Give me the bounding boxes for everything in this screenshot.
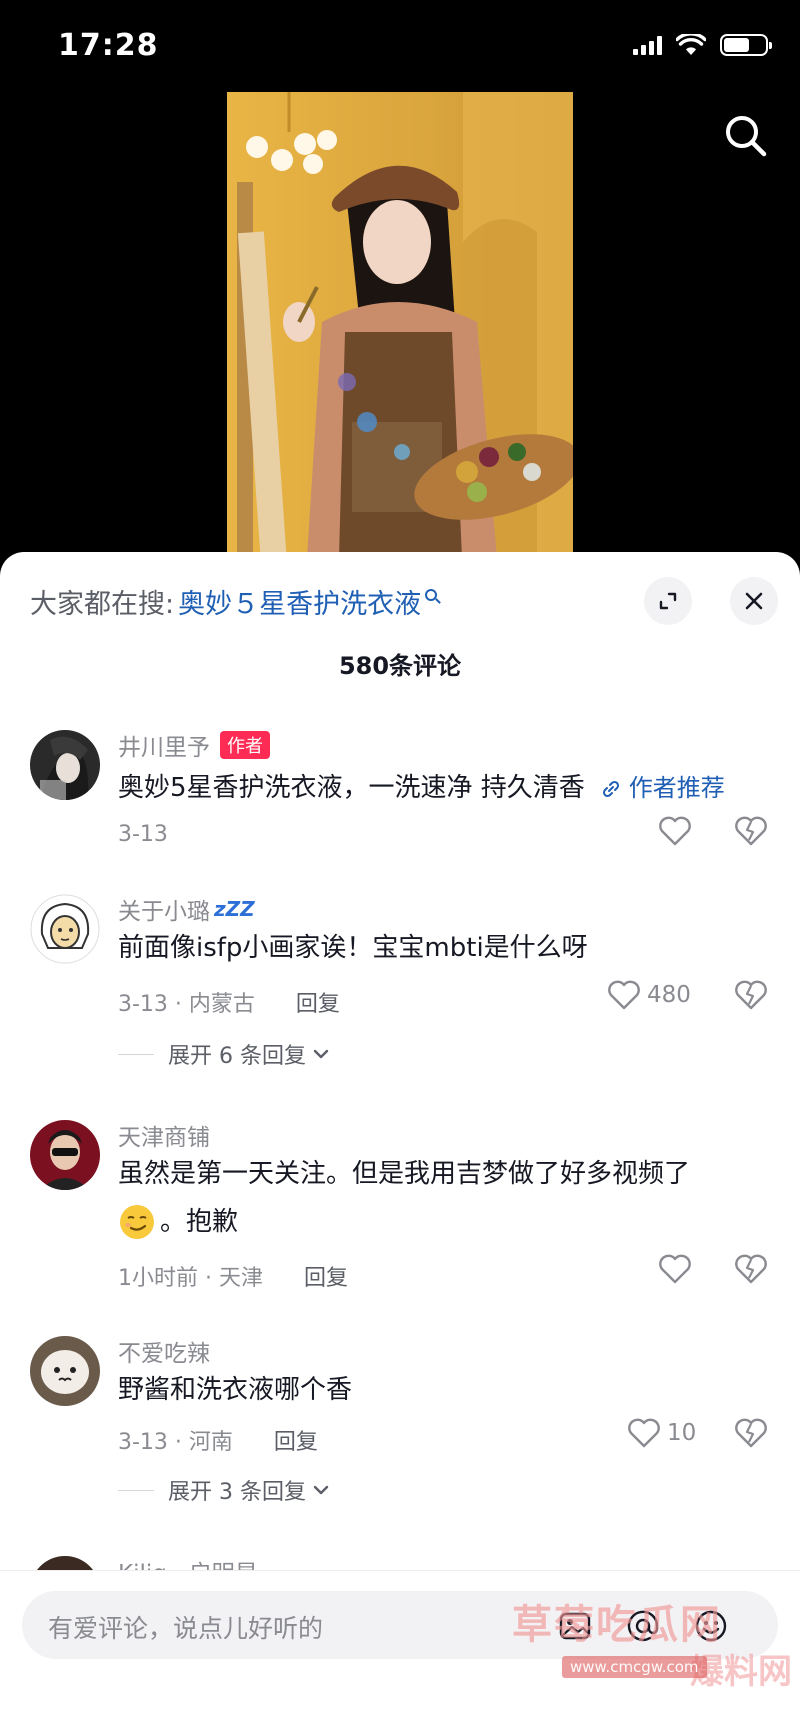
heart-icon xyxy=(659,816,691,846)
comment-count: 580条评论 xyxy=(338,652,462,680)
video-player[interactable] xyxy=(227,92,573,558)
comment-date-location: 3-13 · 内蒙古 xyxy=(118,992,255,1017)
comment-input-bar: 有爱评论，说点儿好听的 xyxy=(0,1570,800,1731)
comment-username[interactable]: 天津商铺 xyxy=(118,1118,210,1152)
comment-username[interactable]: 井川里予 作者 xyxy=(118,728,270,762)
comment-item: 不爱吃辣 野酱和洗衣液哪个香 3-13 · 河南 回复 10 展开 3 条回复 xyxy=(0,1328,800,1528)
screen: 17:28 大家都在搜: 奥妙５星香护洗衣液 580条评论 井川里予 作者 奥妙… xyxy=(0,0,800,1731)
heart-icon xyxy=(659,1254,691,1284)
dislike-button[interactable] xyxy=(734,980,768,1014)
avatar-image xyxy=(30,730,100,800)
comment-text-line2: 。抱歉 xyxy=(118,1198,758,1246)
search-icon[interactable] xyxy=(722,112,770,160)
username-text: 井川里予 xyxy=(118,735,210,761)
comment-text-body: 奥妙5星香护洗衣液，一洗速净 持久清香 xyxy=(118,773,585,803)
emoji-icon[interactable] xyxy=(694,1609,728,1643)
like-button[interactable] xyxy=(658,1254,692,1284)
comment-username[interactable]: 关于小璐 zZZ xyxy=(118,892,255,926)
avatar[interactable] xyxy=(30,730,100,800)
smirk-emoji-icon xyxy=(120,1205,154,1239)
like-button[interactable] xyxy=(658,816,692,846)
broken-heart-icon xyxy=(735,816,767,846)
close-icon xyxy=(745,592,763,610)
comment-meta: 1小时前 · 天津 回复 xyxy=(118,1260,348,1292)
comment-text: 虽然是第一天关注。但是我用吉梦做了好多视频了 。抱歉 xyxy=(118,1150,758,1246)
close-button[interactable] xyxy=(730,577,778,625)
reply-button[interactable]: 回复 xyxy=(296,992,340,1017)
comment-date: 3-13 xyxy=(118,822,168,847)
comment-meta: 3-13 · 河南 回复 xyxy=(118,1424,318,1456)
comment-date-location: 1小时前 · 天津 xyxy=(118,1266,263,1291)
status-bar: 17:28 xyxy=(0,0,800,92)
author-recommend-label: 作者推荐 xyxy=(628,774,725,802)
comment-meta: 3-13 xyxy=(118,822,168,847)
like-button[interactable]: 480 xyxy=(607,980,691,1010)
input-placeholder: 有爱评论，说点儿好听的 xyxy=(48,1614,324,1643)
broken-heart-icon xyxy=(735,980,767,1010)
trending-keyword[interactable]: 奥妙５星香护洗衣液 xyxy=(178,582,421,621)
comment-meta: 3-13 · 内蒙古 回复 xyxy=(118,986,340,1018)
author-recommend-link[interactable]: 作者推荐 xyxy=(593,774,725,802)
avatar-image xyxy=(30,894,100,964)
chevron-down-icon xyxy=(313,1485,329,1495)
wifi-icon xyxy=(676,34,706,55)
expand-replies-button[interactable]: 展开 6 条回复 xyxy=(118,1038,330,1070)
like-count: 10 xyxy=(667,1420,697,1446)
expand-button[interactable] xyxy=(644,577,692,625)
reply-button[interactable]: 回复 xyxy=(274,1430,318,1455)
expand-icon xyxy=(659,592,677,610)
like-count: 480 xyxy=(647,982,691,1008)
username-text: 关于小璐 xyxy=(118,899,210,925)
comment-text: 前面像isfp小画家诶！宝宝mbti是什么呀 xyxy=(118,933,588,963)
broken-heart-icon xyxy=(735,1418,767,1448)
trending-search[interactable]: 大家都在搜: 奥妙５星香护洗衣液 xyxy=(30,582,438,621)
like-button[interactable]: 10 xyxy=(627,1418,696,1448)
avatar[interactable] xyxy=(30,894,100,964)
trending-prefix: 大家都在搜: xyxy=(30,589,175,620)
status-icons xyxy=(633,34,772,56)
author-badge: 作者 xyxy=(220,731,270,759)
battery-icon xyxy=(720,34,772,56)
dislike-button[interactable] xyxy=(734,816,768,850)
comment-text: 野酱和洗衣液哪个香 xyxy=(118,1375,353,1405)
comment-input[interactable]: 有爱评论，说点儿好听的 xyxy=(22,1591,778,1659)
at-mention-icon[interactable] xyxy=(626,1609,660,1643)
comment-item: 井川里予 作者 奥妙5星香护洗衣液，一洗速净 持久清香 作者推荐 3-13 xyxy=(0,722,800,872)
avatar-image xyxy=(30,1336,100,1406)
chevron-down-icon xyxy=(313,1049,329,1059)
comment-username[interactable]: 不爱吃辣 xyxy=(118,1334,210,1368)
status-time: 17:28 xyxy=(58,28,159,63)
expand-replies-label: 展开 3 条回复 xyxy=(168,1480,306,1505)
broken-heart-icon xyxy=(735,1254,767,1284)
comment-text-tail: 。抱歉 xyxy=(160,1207,239,1237)
avatar-image xyxy=(30,1120,100,1190)
link-icon xyxy=(603,780,620,798)
reply-button[interactable]: 回复 xyxy=(304,1266,348,1291)
expand-replies-button[interactable]: 展开 3 条回复 xyxy=(118,1474,330,1506)
expand-replies-label: 展开 6 条回复 xyxy=(168,1044,306,1069)
avatar[interactable] xyxy=(30,1120,100,1190)
comment-text: 奥妙5星香护洗衣液，一洗速净 持久清香 作者推荐 xyxy=(118,764,758,812)
comment-text-line1: 虽然是第一天关注。但是我用吉梦做了好多视频了 xyxy=(118,1159,691,1189)
comment-sheet: 大家都在搜: 奥妙５星香护洗衣液 580条评论 井川里予 作者 奥妙5星香护洗衣… xyxy=(0,552,800,1731)
mini-search-icon xyxy=(425,588,438,601)
heart-icon xyxy=(628,1418,660,1448)
sheet-header: 大家都在搜: 奥妙５星香护洗衣液 xyxy=(0,552,800,642)
video-thumbnail xyxy=(227,92,573,558)
image-icon[interactable] xyxy=(558,1609,592,1643)
heart-icon xyxy=(608,980,640,1010)
avatar[interactable] xyxy=(30,1336,100,1406)
sleep-emoji: zZZ xyxy=(214,897,255,921)
dislike-button[interactable] xyxy=(734,1418,768,1452)
cellular-signal-icon xyxy=(633,35,662,55)
comment-item: 天津商铺 虽然是第一天关注。但是我用吉梦做了好多视频了 。抱歉 1小时前 · 天… xyxy=(0,1112,800,1292)
divider-line xyxy=(118,1053,154,1055)
comment-date-location: 3-13 · 河南 xyxy=(118,1430,233,1455)
dislike-button[interactable] xyxy=(734,1254,768,1288)
comment-item: 关于小璐 zZZ 前面像isfp小画家诶！宝宝mbti是什么呀 3-13 · 内… xyxy=(0,886,800,1069)
divider-line xyxy=(118,1489,154,1491)
